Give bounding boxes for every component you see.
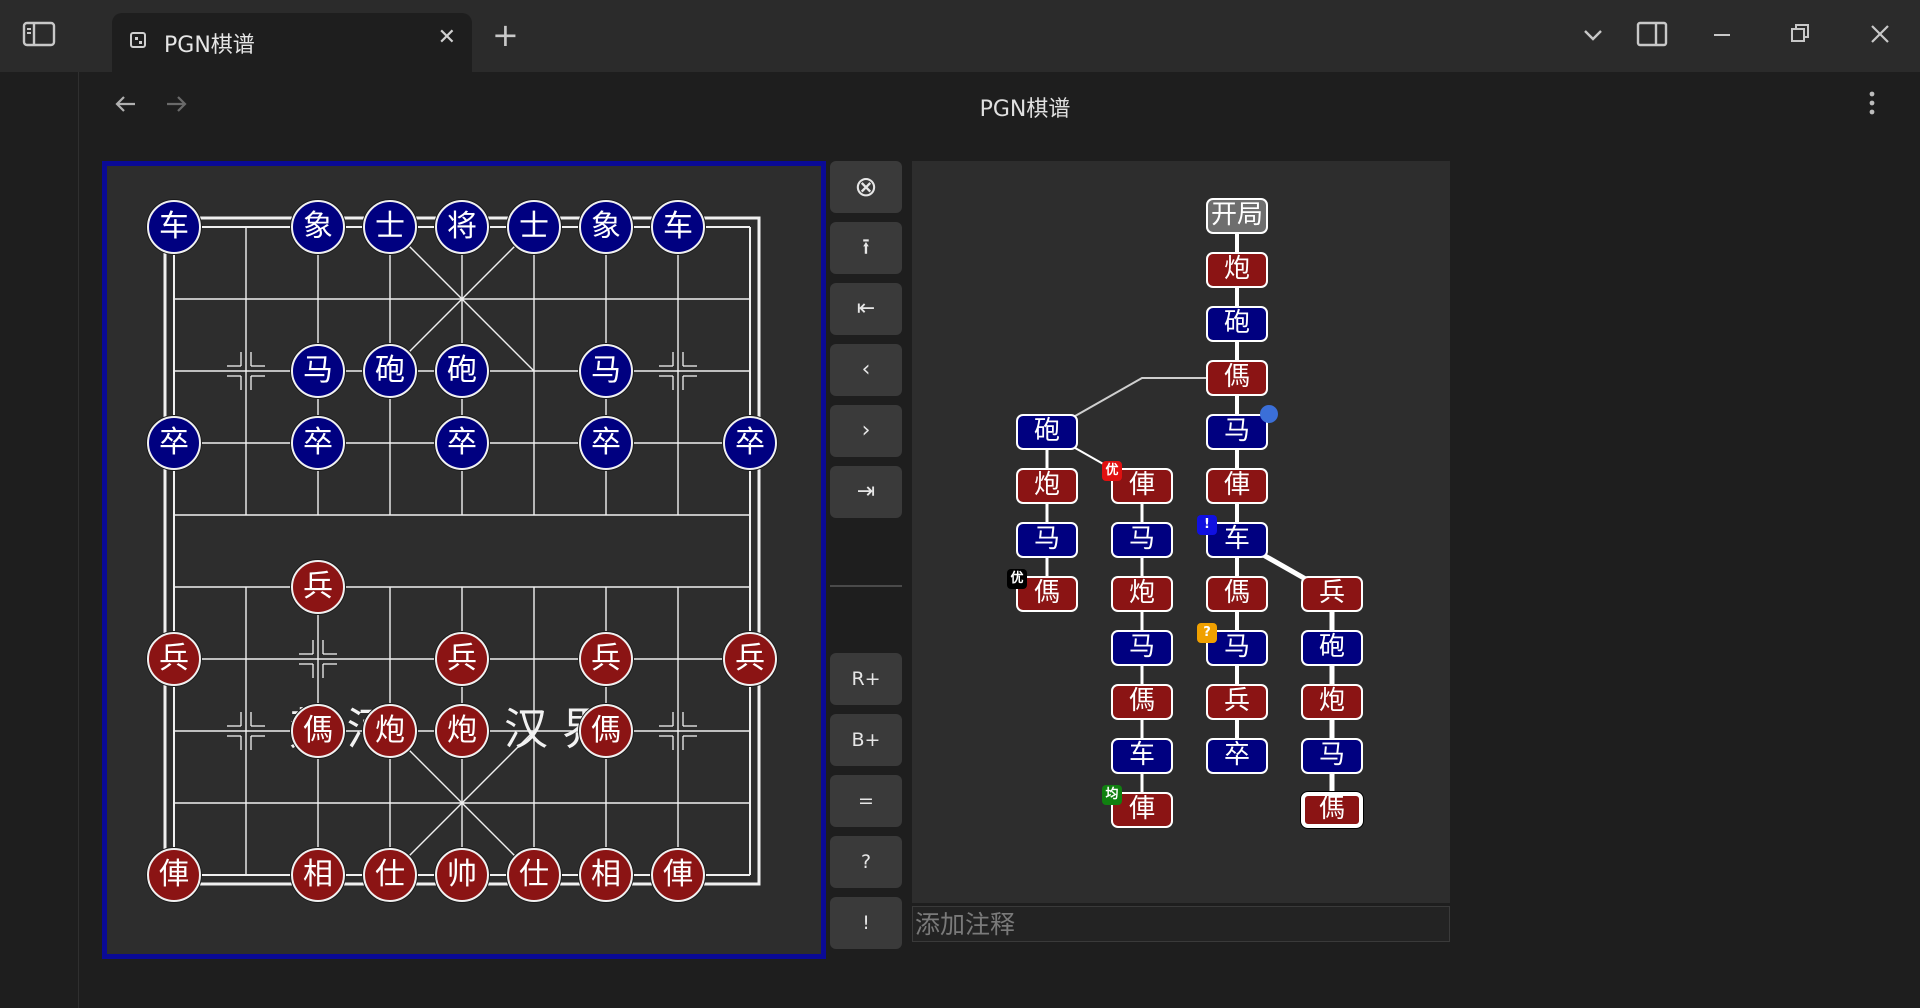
tree-node[interactable]: 炮 — [1301, 684, 1363, 720]
black-piece[interactable]: 卒 — [579, 416, 633, 470]
restore-icon[interactable] — [1786, 20, 1814, 55]
tree-node[interactable]: 砲 — [1206, 306, 1268, 342]
red-piece[interactable]: 炮 — [435, 704, 489, 758]
tree-node[interactable]: 俥 — [1206, 468, 1268, 504]
tab-title: PGN棋谱 — [164, 33, 255, 58]
annotation-badge: ? — [1197, 623, 1217, 643]
comment-input[interactable] — [912, 906, 1450, 942]
good-move-button[interactable]: ! — [830, 897, 902, 949]
more-options-icon[interactable] — [1862, 88, 1882, 125]
window-close-icon[interactable] — [1866, 20, 1894, 55]
tree-node[interactable]: 傌 — [1206, 360, 1268, 396]
tree-node[interactable]: 砲 — [1016, 414, 1078, 450]
red-piece[interactable]: 炮 — [363, 704, 417, 758]
red-piece[interactable]: 仕 — [507, 848, 561, 902]
black-piece[interactable]: 士 — [507, 200, 561, 254]
black-piece[interactable]: 砲 — [363, 344, 417, 398]
tree-node[interactable]: 马 — [1206, 414, 1268, 450]
black-piece[interactable]: 卒 — [435, 416, 489, 470]
red-piece[interactable]: 傌 — [579, 704, 633, 758]
annotation-badge: 优 — [1102, 461, 1122, 481]
red-piece[interactable]: 俥 — [651, 848, 705, 902]
minimize-icon[interactable] — [1708, 20, 1736, 55]
tree-node[interactable]: 傌 — [1206, 576, 1268, 612]
black-piece[interactable]: 车 — [147, 200, 201, 254]
black-piece[interactable]: 卒 — [723, 416, 777, 470]
tree-node[interactable]: 炮 — [1206, 252, 1268, 288]
black-piece[interactable]: 马 — [579, 344, 633, 398]
tree-node[interactable]: 马 — [1111, 630, 1173, 666]
sidebar-toggle-icon[interactable] — [22, 20, 56, 55]
tree-node[interactable]: 炮 — [1016, 468, 1078, 504]
promote-variation-button[interactable]: ⭱ — [830, 222, 902, 274]
red-piece[interactable]: 相 — [579, 848, 633, 902]
red-piece[interactable]: 兵 — [147, 632, 201, 686]
black-piece[interactable]: 车 — [651, 200, 705, 254]
tab-list-chevron-icon[interactable] — [1580, 22, 1606, 55]
close-tab-icon[interactable]: ✕ — [438, 25, 456, 50]
tree-node[interactable]: 炮 — [1111, 576, 1173, 612]
red-piece[interactable]: 兵 — [435, 632, 489, 686]
red-piece[interactable]: 傌 — [291, 704, 345, 758]
equal-button[interactable]: = — [830, 775, 902, 827]
red-piece[interactable]: 兵 — [291, 560, 345, 614]
red-advantage-button[interactable]: R+ — [830, 653, 902, 705]
black-piece[interactable]: 象 — [579, 200, 633, 254]
controls-divider — [830, 585, 902, 587]
black-advantage-button[interactable]: B+ — [830, 714, 902, 766]
red-piece[interactable]: 相 — [291, 848, 345, 902]
move-tree-lines — [1045, 216, 1335, 810]
comment-dot-marker — [1260, 405, 1278, 423]
black-piece[interactable]: 马 — [291, 344, 345, 398]
tree-node[interactable]: 车 — [1111, 738, 1173, 774]
red-piece[interactable]: 兵 — [579, 632, 633, 686]
xiangqi-board[interactable]: 楚 河 汉 界 车象士将士象车马砲砲马卒卒卒卒卒兵兵兵兵兵傌炮炮傌俥相仕帅仕相俥 — [102, 161, 826, 959]
dubious-button[interactable]: ? — [830, 836, 902, 888]
red-piece[interactable]: 仕 — [363, 848, 417, 902]
tree-node[interactable]: 傌 — [1111, 684, 1173, 720]
tree-node[interactable]: 卒 — [1206, 738, 1268, 774]
move-tree-panel: 开局炮砲傌马俥车傌马兵卒砲炮马傌俥马炮马傌车俥兵砲炮马傌优优!? 均 — [912, 161, 1450, 903]
black-piece[interactable]: 卒 — [147, 416, 201, 470]
page-title: PGN棋谱 — [979, 97, 1071, 122]
red-piece[interactable]: 俥 — [147, 848, 201, 902]
tree-node[interactable]: 兵 — [1206, 684, 1268, 720]
new-tab-icon[interactable]: + — [492, 19, 519, 51]
tree-node[interactable]: 傌 — [1301, 792, 1363, 828]
tree-node[interactable]: 马 — [1016, 522, 1078, 558]
split-view-icon[interactable] — [1636, 20, 1668, 55]
black-piece[interactable]: 象 — [291, 200, 345, 254]
chessboard-favicon-icon — [130, 32, 146, 48]
tree-node[interactable]: 砲 — [1301, 630, 1363, 666]
black-piece[interactable]: 砲 — [435, 344, 489, 398]
black-piece[interactable]: 卒 — [291, 416, 345, 470]
last-move-button[interactable]: ⇥ — [830, 466, 902, 518]
annotation-badge: ! — [1197, 515, 1217, 535]
black-piece[interactable]: 士 — [363, 200, 417, 254]
prev-move-button[interactable]: ‹ — [830, 344, 902, 396]
red-piece[interactable]: 兵 — [723, 632, 777, 686]
tree-node[interactable]: 马 — [1111, 522, 1173, 558]
tree-node[interactable]: 马 — [1301, 738, 1363, 774]
first-move-button[interactable]: ⇤ — [830, 283, 902, 335]
annotation-badge: 优 — [1007, 569, 1027, 589]
left-ribbon — [0, 72, 79, 1008]
black-piece[interactable]: 将 — [435, 200, 489, 254]
tree-node-start[interactable]: 开局 — [1206, 198, 1268, 234]
title-bar: PGN棋谱 ✕ + — [0, 0, 1920, 72]
clear-button[interactable]: ⊗ — [830, 161, 902, 213]
next-move-button[interactable]: › — [830, 405, 902, 457]
board-grid — [163, 216, 761, 886]
red-piece[interactable]: 帅 — [435, 848, 489, 902]
tree-node[interactable]: 兵 — [1301, 576, 1363, 612]
tab-pgn[interactable]: PGN棋谱 ✕ — [112, 13, 472, 72]
annotation-badge: 均 — [1102, 785, 1122, 805]
